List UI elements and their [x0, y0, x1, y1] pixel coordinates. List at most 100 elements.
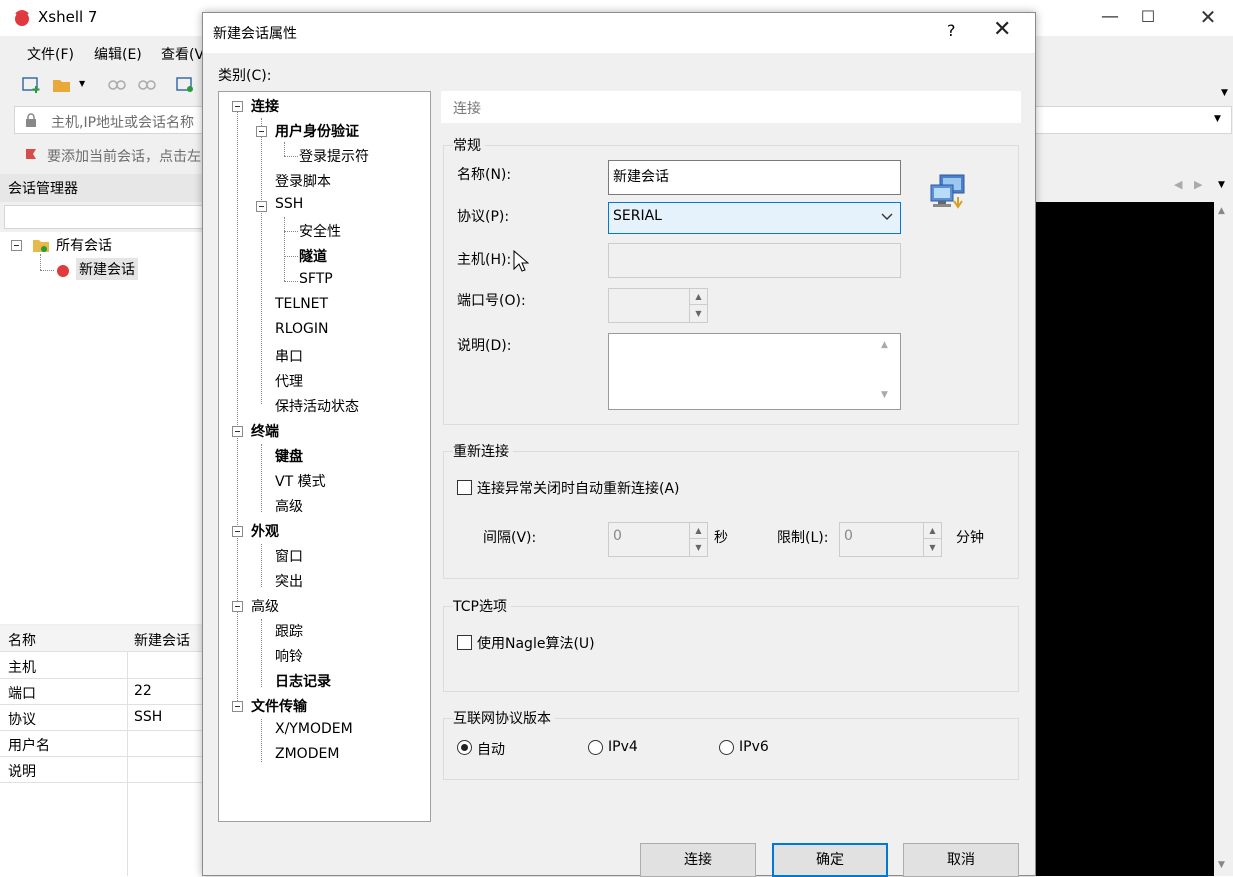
- scroll-up-icon[interactable]: ▲: [1218, 206, 1225, 216]
- tree-item-login-prompt[interactable]: 登录提示符: [299, 146, 369, 166]
- ipv4-radio[interactable]: [588, 740, 603, 755]
- maximize-button[interactable]: ☐: [1128, 4, 1168, 30]
- desc-scroll-down-icon[interactable]: ▼: [881, 390, 888, 400]
- tree-item-vt-mode[interactable]: VT 模式: [275, 471, 326, 491]
- scroll-down-icon[interactable]: ▼: [1218, 860, 1225, 870]
- tree-all-sessions[interactable]: 所有会话: [56, 235, 112, 255]
- collapse-all-sessions-icon[interactable]: [11, 240, 22, 251]
- interval-spin-up-icon[interactable]: ▲: [689, 523, 707, 539]
- tree-item-logging[interactable]: 日志记录: [275, 671, 331, 691]
- interval-label: 间隔(V):: [483, 530, 537, 546]
- collapse-advanced-icon[interactable]: [232, 601, 243, 612]
- terminal-area[interactable]: [1034, 202, 1214, 876]
- toolbar-dropdown-icon[interactable]: ▼: [1221, 88, 1228, 98]
- tree-item-file-transfer[interactable]: 文件传输: [251, 696, 307, 716]
- tree-item-rlogin[interactable]: RLOGIN: [275, 321, 329, 337]
- tree-item-zmodem[interactable]: ZMODEM: [275, 746, 339, 762]
- tree-item-keepalive[interactable]: 保持活动状态: [275, 396, 359, 416]
- tree-item-xymodem[interactable]: X/YMODEM: [275, 721, 353, 737]
- nagle-checkbox[interactable]: [457, 635, 472, 650]
- ip-auto-radio[interactable]: [457, 740, 472, 755]
- tree-item-sftp[interactable]: SFTP: [299, 271, 333, 287]
- dialog-title: 新建会话属性: [213, 26, 297, 42]
- nagle-label[interactable]: 使用Nagle算法(U): [477, 633, 595, 653]
- limit-spin-down-icon[interactable]: ▼: [923, 539, 941, 556]
- minimize-button[interactable]: —: [1090, 4, 1130, 30]
- tab-scroll-right-icon[interactable]: ▶: [1194, 178, 1202, 191]
- port-input[interactable]: ▲ ▼: [608, 288, 708, 323]
- host-input[interactable]: [608, 243, 901, 278]
- ipv4-label[interactable]: IPv4: [608, 739, 638, 755]
- property-value: SSH: [134, 709, 163, 725]
- address-dropdown-icon[interactable]: ▼: [1214, 114, 1221, 124]
- menu-edit[interactable]: 编辑(E): [94, 44, 142, 64]
- tree-item-advanced[interactable]: 高级: [251, 596, 279, 616]
- tree-item-highlight[interactable]: 突出: [275, 571, 303, 591]
- tree-item-auth[interactable]: 用户身份验证: [275, 121, 359, 141]
- ip-auto-label[interactable]: 自动: [477, 739, 505, 759]
- tree-item-window[interactable]: 窗口: [275, 546, 303, 566]
- open-dropdown-icon[interactable]: ▼: [79, 79, 85, 88]
- cancel-button[interactable]: 取消: [903, 843, 1019, 877]
- property-value: 22: [134, 683, 152, 699]
- lock-icon: [26, 113, 36, 127]
- tab-scroll-left-icon[interactable]: ◀: [1174, 178, 1182, 191]
- auto-reconnect-checkbox[interactable]: [457, 480, 472, 495]
- auto-reconnect-label[interactable]: 连接异常关闭时自动重新连接(A): [477, 478, 680, 498]
- help-button[interactable]: ?: [947, 21, 956, 40]
- ipv6-radio[interactable]: [719, 740, 734, 755]
- interval-spin-down-icon[interactable]: ▼: [689, 539, 707, 556]
- tree-item-terminal[interactable]: 终端: [251, 421, 279, 441]
- collapse-connection-icon[interactable]: [232, 101, 243, 112]
- open-folder-icon[interactable]: [52, 76, 72, 94]
- tree-item-trace[interactable]: 跟踪: [275, 621, 303, 641]
- tree-item-appearance[interactable]: 外观: [251, 521, 279, 541]
- tree-new-session[interactable]: 新建会话: [76, 258, 138, 280]
- disconnect-icon[interactable]: [137, 76, 157, 94]
- collapse-auth-icon[interactable]: [256, 126, 267, 137]
- tab-list-dropdown-icon[interactable]: ▼: [1218, 180, 1225, 190]
- connect-button[interactable]: 连接: [640, 843, 756, 877]
- tree-item-security[interactable]: 安全性: [299, 221, 341, 241]
- description-textarea[interactable]: ▲ ▼: [608, 333, 901, 410]
- terminal-scrollbar[interactable]: ▲ ▼: [1214, 202, 1233, 876]
- property-key: 协议: [8, 712, 36, 728]
- name-input[interactable]: 新建会话: [608, 160, 901, 195]
- new-session-icon[interactable]: [22, 76, 42, 94]
- dialog-close-button[interactable]: ✕: [993, 17, 1011, 42]
- port-spin-down-icon[interactable]: ▼: [689, 305, 707, 322]
- tree-item-connection[interactable]: 连接: [251, 96, 279, 116]
- protocol-select[interactable]: SERIAL: [608, 202, 901, 234]
- session-properties-icon[interactable]: [176, 76, 196, 94]
- desc-scroll-up-icon[interactable]: ▲: [881, 340, 888, 350]
- interval-input[interactable]: 0 ▲ ▼: [608, 522, 708, 557]
- limit-spin-up-icon[interactable]: ▲: [923, 523, 941, 539]
- tree-item-proxy[interactable]: 代理: [275, 371, 303, 391]
- tree-item-telnet[interactable]: TELNET: [275, 296, 328, 312]
- menu-view[interactable]: 查看(V: [161, 44, 204, 64]
- port-spin-up-icon[interactable]: ▲: [689, 289, 707, 305]
- tree-item-serial[interactable]: 串口: [275, 346, 303, 366]
- tree-item-terminal-advanced[interactable]: 高级: [275, 496, 303, 516]
- tree-item-ssh[interactable]: SSH: [275, 196, 303, 212]
- collapse-appearance-icon[interactable]: [232, 526, 243, 537]
- menu-file[interactable]: 文件(F): [27, 44, 74, 64]
- collapse-file-transfer-icon[interactable]: [232, 701, 243, 712]
- ok-button[interactable]: 确定: [772, 843, 888, 877]
- tree-item-tunneling[interactable]: 隧道: [299, 246, 327, 266]
- tree-item-keyboard[interactable]: 键盘: [275, 446, 303, 466]
- reconnect-group: [443, 451, 1019, 579]
- bookmark-icon: [26, 149, 36, 159]
- session-filter-input[interactable]: [4, 205, 204, 229]
- tree-item-bell[interactable]: 响铃: [275, 646, 303, 666]
- connect-icon[interactable]: [107, 76, 127, 94]
- collapse-ssh-icon[interactable]: [256, 201, 267, 212]
- close-window-button[interactable]: ✕: [1188, 4, 1228, 30]
- table-header-row: 名称 新建会话: [0, 626, 206, 652]
- section-header: 连接: [441, 91, 1021, 123]
- tree-item-login-script[interactable]: 登录脚本: [275, 171, 331, 191]
- ipv6-label[interactable]: IPv6: [739, 739, 769, 755]
- port-label: 端口号(O):: [457, 293, 526, 309]
- limit-input[interactable]: 0 ▲ ▼: [839, 522, 942, 557]
- collapse-terminal-icon[interactable]: [232, 426, 243, 437]
